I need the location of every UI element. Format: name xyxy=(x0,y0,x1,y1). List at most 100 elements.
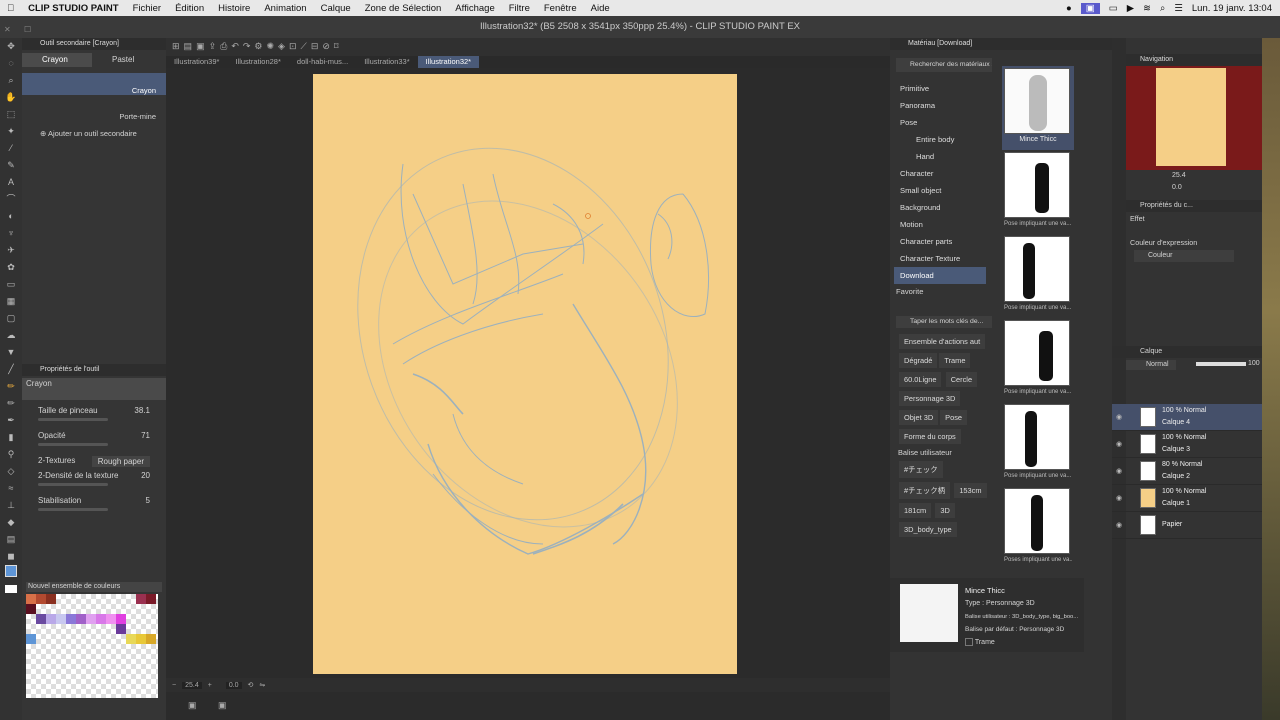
tree-character-parts[interactable]: Character parts xyxy=(900,233,986,250)
density-slider[interactable] xyxy=(38,483,108,486)
crop-icon[interactable]: ⊡ xyxy=(289,41,297,52)
tab-pastel[interactable]: Pastel xyxy=(92,53,162,67)
close-icon[interactable]: ✕ xyxy=(4,25,11,34)
user-tag-check-pattern[interactable]: #チェック柄 xyxy=(899,482,951,499)
nav-angle[interactable]: 0.0 xyxy=(1172,184,1182,191)
zoom-out-icon[interactable]: − xyxy=(172,682,176,689)
pencil2-icon[interactable]: ✏ xyxy=(0,395,22,412)
pen-icon[interactable]: ✎ xyxy=(0,157,22,174)
texture-row[interactable]: 2-Textures Rough paper xyxy=(38,456,150,467)
subtool-item[interactable]: Crayon xyxy=(22,73,166,95)
color-main-icon[interactable] xyxy=(0,565,22,582)
stab-value[interactable]: 5 xyxy=(146,496,150,505)
search-icon[interactable]: ⌕ xyxy=(1160,3,1165,14)
stab-slider[interactable] xyxy=(38,508,108,511)
panel-toggle-icon[interactable]: ▣ xyxy=(188,700,197,711)
menu-edit[interactable]: Édition xyxy=(168,3,211,14)
material-item[interactable]: Mince Thicc xyxy=(1002,66,1074,150)
expr-select[interactable]: Couleur xyxy=(1134,250,1234,262)
tree-character[interactable]: Character xyxy=(900,165,986,182)
line-icon[interactable]: ╱ xyxy=(0,361,22,378)
user-tag-181cm[interactable]: 181cm xyxy=(899,503,932,518)
menu-layer[interactable]: Calque xyxy=(314,3,358,14)
flip-icon[interactable]: ⇋ xyxy=(259,681,265,689)
snap-icon[interactable]: ⊘ xyxy=(322,41,330,52)
grad-icon[interactable]: ▤ xyxy=(0,531,22,548)
layer-opacity-slider[interactable] xyxy=(1196,362,1246,366)
clock[interactable]: Lun. 19 janv. 13:04 xyxy=(1192,3,1272,14)
wifi-icon[interactable]: ≋ xyxy=(1143,3,1151,14)
tag-3d-object[interactable]: Objet 3D xyxy=(899,410,939,425)
brush-size-slider[interactable] xyxy=(38,418,108,421)
material-item[interactable]: Pose impliquant une va... xyxy=(1002,402,1074,486)
save-icon[interactable]: ▣ xyxy=(196,41,205,52)
angle-value[interactable]: 0.0 xyxy=(225,681,242,689)
navigator-preview[interactable] xyxy=(1126,66,1276,170)
material-search-cloud[interactable]: Rechercher des matériaux sur xyxy=(896,58,992,72)
transform-icon[interactable]: ⚙ xyxy=(254,41,262,52)
zoom-value[interactable]: 25.4 xyxy=(182,681,202,689)
lasso-icon[interactable]: ◌ xyxy=(0,55,22,72)
tab-illustration39[interactable]: Illustration39* xyxy=(166,56,227,68)
tree-panorama[interactable]: Panorama xyxy=(900,97,986,114)
print-icon[interactable]: ⎙ xyxy=(220,41,227,52)
eye-icon[interactable]: ◉ xyxy=(1116,494,1122,502)
tag-line[interactable]: 60.0Ligne xyxy=(899,372,942,387)
tree-background[interactable]: Background xyxy=(900,199,986,216)
add-subtool-button[interactable]: ⊕ Ajouter un outil secondaire xyxy=(22,129,166,138)
menu-selection[interactable]: Zone de Sélection xyxy=(358,3,449,14)
user-tag-check[interactable]: #チェック xyxy=(899,461,943,478)
eraser2-icon[interactable]: ◇ xyxy=(0,463,22,480)
tag-body-shape[interactable]: Forme du corps xyxy=(899,429,961,444)
menu-filter[interactable]: Filtre xyxy=(502,3,537,14)
tag-actions[interactable]: Ensemble d'actions aut xyxy=(899,334,986,349)
brush-icon[interactable]: ♆ xyxy=(0,225,22,242)
fill-icon[interactable]: ▼ xyxy=(0,344,22,361)
tree-primitive[interactable]: Primitive xyxy=(900,80,986,97)
tab-doll[interactable]: doll-habi-mus... xyxy=(289,56,356,68)
grid-icon[interactable]: ⊟ xyxy=(311,41,319,52)
zoom-in-icon[interactable]: + xyxy=(208,682,212,689)
subtool-item[interactable]: Porte-mine xyxy=(22,99,166,121)
blend-icon[interactable]: ◐ xyxy=(0,208,22,225)
wand-icon[interactable]: ✦ xyxy=(0,123,22,140)
opacity-value[interactable]: 71 xyxy=(141,431,150,440)
open-icon[interactable]: ▤ xyxy=(184,41,193,52)
control-center-icon[interactable]: ☰ xyxy=(1174,3,1183,14)
brush-size-row[interactable]: Taille de pinceau 38.1 xyxy=(38,406,150,415)
pencil-icon[interactable]: ✏ xyxy=(0,378,22,395)
layer-row[interactable]: ◉ Papier xyxy=(1112,512,1262,539)
opacity-slider[interactable] xyxy=(38,443,108,446)
panel-toggle2-icon[interactable]: ▣ xyxy=(218,700,227,711)
airbrush-icon[interactable]: ✈ xyxy=(0,242,22,259)
smudge-icon[interactable]: ≈ xyxy=(0,480,22,497)
layer-row[interactable]: ◉ 100 % Normal Calque 4 xyxy=(1112,404,1262,431)
user-tag-153cm[interactable]: 153cm xyxy=(954,483,987,498)
brush-size-value[interactable]: 38.1 xyxy=(134,406,150,415)
tree-download[interactable]: Download xyxy=(894,267,986,284)
layer-row[interactable]: ◉ 100 % Normal Calque 3 xyxy=(1112,431,1262,458)
maximize-icon[interactable]: ☐ xyxy=(24,25,31,34)
material-item[interactable]: Pose impliquant une va... xyxy=(1002,150,1074,234)
vector-icon[interactable]: ⌒ xyxy=(0,191,22,208)
eye-icon[interactable]: ◉ xyxy=(1116,521,1122,529)
fill-sel-icon[interactable]: ◈ xyxy=(278,41,285,52)
user-tag-3d-body[interactable]: 3D_body_type xyxy=(899,522,957,537)
play-icon[interactable]: ▶ xyxy=(1127,3,1134,14)
move-icon[interactable]: ✥ xyxy=(0,38,22,55)
eye-icon[interactable]: ◉ xyxy=(1116,440,1122,448)
app-menu[interactable]: CLIP STUDIO PAINT xyxy=(21,3,125,14)
menu-file[interactable]: Fichier xyxy=(126,3,169,14)
eye-icon[interactable]: ◉ xyxy=(1116,413,1122,421)
status-icon[interactable]: ● xyxy=(1066,3,1072,14)
tag-pose[interactable]: Pose xyxy=(940,410,968,425)
user-tag-3d[interactable]: 3D xyxy=(935,503,955,518)
ruler-icon[interactable]: ▦ xyxy=(0,293,22,310)
undo-icon[interactable]: ↶ xyxy=(231,41,239,52)
screen-icon[interactable]: ▣ xyxy=(1080,2,1100,14)
ruler-snap-icon[interactable]: ⟋ xyxy=(301,41,307,52)
stab-row[interactable]: Stabilisation 5 xyxy=(38,496,150,505)
decoration-icon[interactable]: ✿ xyxy=(0,259,22,276)
apple-icon[interactable]:  xyxy=(0,3,21,14)
opacity-row[interactable]: Opacité 71 xyxy=(38,431,150,440)
